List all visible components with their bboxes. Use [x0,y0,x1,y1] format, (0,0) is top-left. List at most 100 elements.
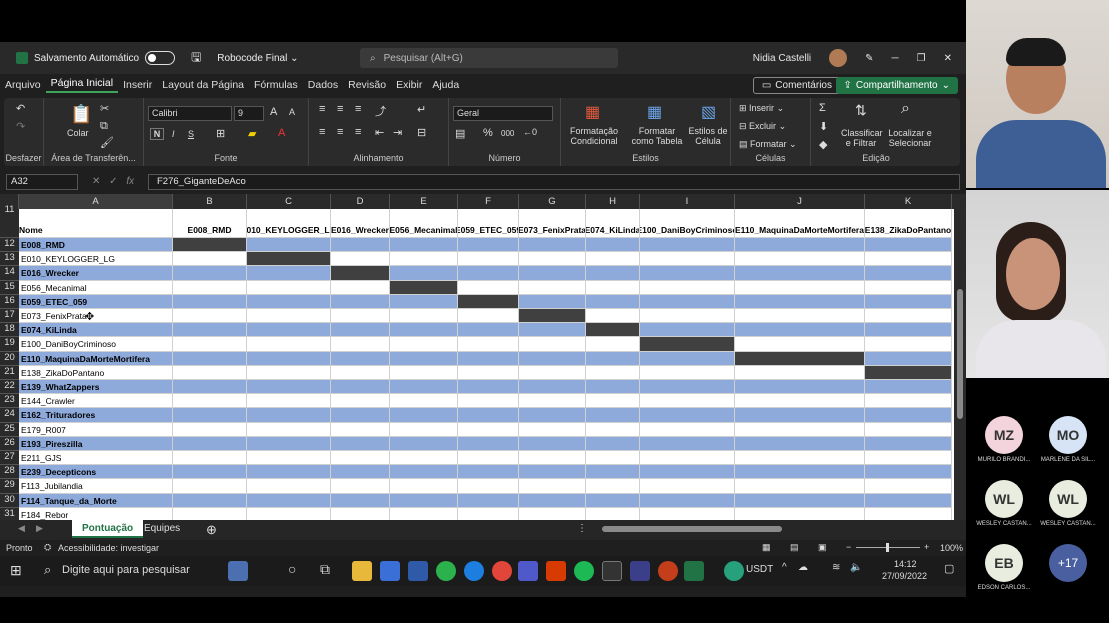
score-cell[interactable] [173,380,247,395]
zoom-out-icon[interactable]: − [846,542,851,552]
score-cell[interactable] [735,408,865,423]
score-cell[interactable] [331,351,390,366]
score-cell[interactable] [640,252,735,267]
paste-icon[interactable]: 📋 [70,104,92,125]
score-cell[interactable] [247,479,331,494]
bold-button[interactable]: N [150,128,164,140]
header-cell-name[interactable]: Nome [19,209,173,238]
score-cell[interactable] [390,238,458,253]
score-cell[interactable] [247,323,331,338]
score-cell[interactable] [640,238,735,253]
score-cell[interactable] [458,408,519,423]
participant-3[interactable]: WL WESLEY CASTAN... [968,480,1040,527]
score-cell[interactable] [519,479,586,494]
comments-button[interactable]: ▭ Comentários [752,77,841,94]
score-cell[interactable] [331,337,390,352]
score-cell[interactable] [331,507,390,520]
score-cell[interactable] [173,252,247,267]
score-cell[interactable] [390,451,458,466]
menu-revisao[interactable]: Revisão [343,79,391,91]
score-cell[interactable] [173,479,247,494]
score-cell[interactable] [865,294,952,309]
outdent-icon[interactable]: ⇥ [393,126,402,139]
notification-icon[interactable]: ▢ [944,562,954,575]
score-cell[interactable] [390,351,458,366]
score-cell[interactable] [519,337,586,352]
score-cell[interactable] [519,436,586,451]
widgets-icon[interactable] [228,561,248,581]
score-cell[interactable] [247,507,331,520]
row-header[interactable]: 16 [0,295,19,309]
score-cell[interactable] [247,309,331,324]
delete-cells-button[interactable]: ⊟ Excluir ⌄ [739,121,786,131]
column-header[interactable]: A [19,194,173,209]
score-cell[interactable] [735,380,865,395]
zoom-level[interactable]: 100% [940,543,963,553]
score-cell[interactable] [640,309,735,324]
score-cell[interactable] [390,280,458,295]
column-header[interactable]: G [519,194,586,209]
score-cell[interactable] [390,252,458,267]
score-cell[interactable] [640,479,735,494]
score-cell[interactable] [865,451,952,466]
score-cell[interactable] [586,394,640,409]
score-cell[interactable] [586,493,640,508]
score-cell[interactable] [735,493,865,508]
add-sheet-icon[interactable]: ⊕ [206,522,217,538]
align-center-icon[interactable]: ≡ [337,126,343,138]
header-cell[interactable]: E073_FenixPrata [519,209,586,238]
merge-icon[interactable]: ⊟ [417,126,426,139]
cancel-icon[interactable]: ✕ [92,176,100,187]
score-cell[interactable] [640,323,735,338]
score-cell[interactable] [735,507,865,520]
shrink-font-icon[interactable]: A [289,107,295,117]
font-size-select[interactable]: 9 [234,106,264,121]
score-cell[interactable] [173,422,247,437]
next-sheet-icon[interactable]: ▶ [36,523,43,534]
score-cell[interactable] [735,394,865,409]
participant-4[interactable]: WL WESLEY CASTAN... [1032,480,1104,527]
fill-icon[interactable]: ⬇ [819,120,828,133]
clear-icon[interactable]: ◆ [819,138,827,151]
row-header[interactable]: 28 [0,465,19,480]
score-cell[interactable] [247,451,331,466]
score-cell[interactable] [458,380,519,395]
team-name-cell[interactable]: E073_FenixPrata [19,309,173,324]
spotify-icon[interactable] [574,561,594,581]
score-cell[interactable] [735,238,865,253]
score-cell[interactable] [247,294,331,309]
score-cell[interactable] [865,238,952,253]
team-name-cell[interactable]: E110_MaquinaDaMorteMortifera [19,351,173,366]
score-cell[interactable] [519,309,586,324]
team-name-cell[interactable]: E139_WhatZappers [19,380,173,395]
row-header[interactable]: 23 [0,394,19,409]
score-cell[interactable] [331,280,390,295]
score-cell[interactable] [865,479,952,494]
column-header[interactable]: J [735,194,865,209]
score-cell[interactable] [173,238,247,253]
score-cell[interactable] [519,266,586,281]
team-name-cell[interactable]: F114_Tanque_da_Morte [19,493,173,508]
menu-dados[interactable]: Dados [303,79,343,91]
score-cell[interactable] [586,507,640,520]
score-cell[interactable] [247,436,331,451]
score-cell[interactable] [865,394,952,409]
score-cell[interactable] [390,365,458,380]
format-cells-button[interactable]: ▤ Formatar ⌄ [739,139,797,149]
column-header[interactable]: E [390,194,458,209]
cortana-icon[interactable]: ○ [288,561,296,577]
share-button[interactable]: ⇪ Compartilhamento ⌄ [835,77,958,94]
header-cell[interactable]: E138_ZikaDoPantano [865,209,952,238]
row-header[interactable]: 12 [0,238,19,253]
team-name-cell[interactable]: E056_Mecanimal [19,280,173,295]
score-cell[interactable] [458,238,519,253]
powerpoint-icon[interactable] [658,561,678,581]
score-cell[interactable] [331,422,390,437]
align-middle-icon[interactable]: ≡ [337,103,343,115]
score-cell[interactable] [735,479,865,494]
score-cell[interactable] [640,493,735,508]
score-cell[interactable] [458,465,519,480]
header-cell[interactable]: E059_ETEC_059 [458,209,519,238]
column-header[interactable]: B [173,194,247,209]
undo-icon[interactable]: ↶ [16,102,25,115]
